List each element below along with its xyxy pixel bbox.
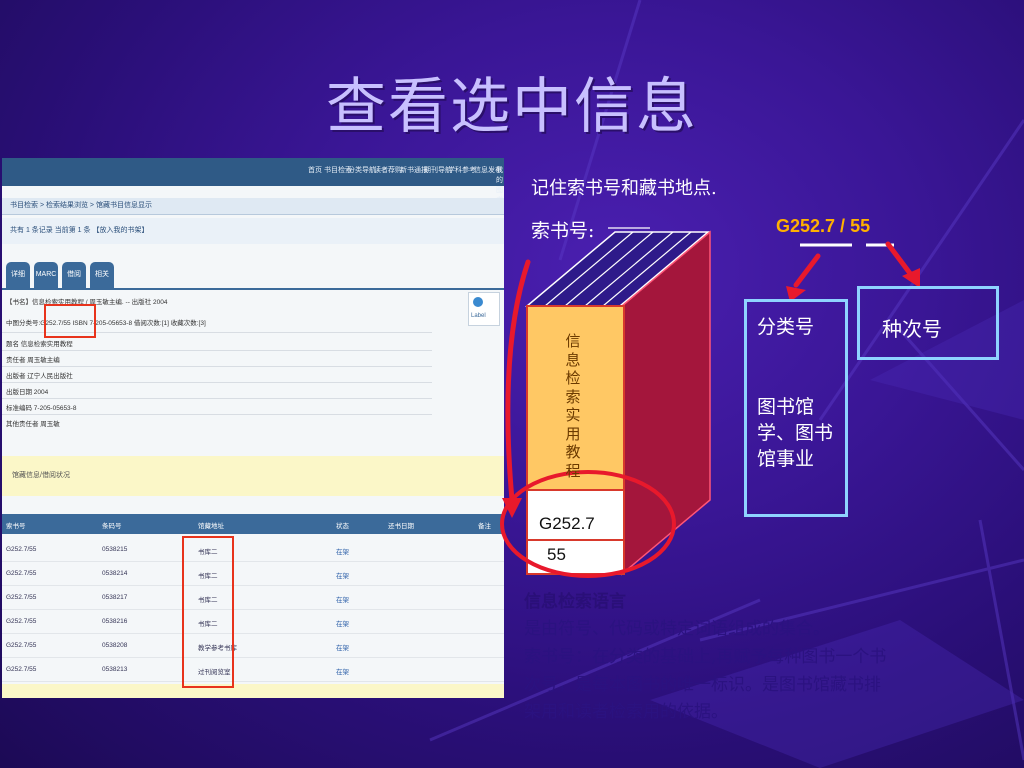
seq-number-box: 种次号 — [857, 286, 999, 360]
definition-title: 信息检索语言 — [524, 592, 626, 612]
seq-number-title: 种次号 — [882, 317, 942, 341]
spine-seq-number: 55 — [547, 545, 566, 564]
definition-line: 次号，是每本图书的唯一标识。是图书馆藏书排 — [524, 675, 881, 695]
spine-class-number: G252.7 — [539, 514, 595, 533]
definition-line: 索书号：在分类的基础上,再赋予每种图书一个书 — [524, 647, 887, 667]
definition-line: 架用和读者检索用的依据。 — [524, 702, 728, 722]
definition-line: 是由符号、代码或特定词语组成的集合。 — [524, 619, 830, 639]
class-number-title: 分类号 — [757, 316, 815, 338]
book-spine-title: 信息检索实用教程 — [565, 332, 581, 480]
class-number-desc: 图书馆学、图书馆事业 — [757, 396, 834, 470]
class-number-box: 分类号 图书馆学、图书馆事业 — [744, 299, 848, 517]
